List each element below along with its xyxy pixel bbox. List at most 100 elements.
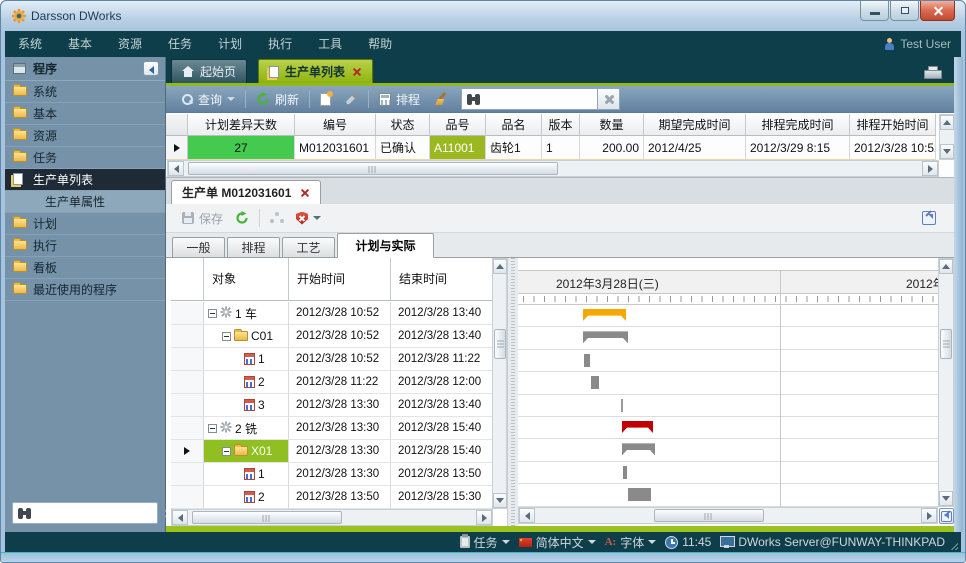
collapse-toggle-icon[interactable]	[208, 309, 217, 318]
resize-grip[interactable]	[948, 540, 958, 550]
scroll-right-arrow[interactable]	[921, 508, 937, 523]
splitter-handle[interactable]	[508, 258, 518, 526]
grid-col-6[interactable]: 数量	[580, 114, 644, 136]
scroll-right-arrow[interactable]	[476, 510, 492, 525]
tree-col-start[interactable]: 开始时间	[289, 258, 391, 301]
sidebar-item-5[interactable]: 生产单属性	[5, 191, 165, 213]
menu-item-1[interactable]: 基本	[55, 31, 105, 57]
sidebar-item-0[interactable]: 系统	[5, 81, 165, 103]
edit-button[interactable]	[338, 88, 365, 110]
tree-node[interactable]: C01	[204, 325, 289, 348]
tree-row[interactable]: 22012/3/28 13:502012/3/28 15:30	[171, 486, 507, 509]
scroll-up-arrow[interactable]	[493, 259, 507, 274]
scroll-up-arrow[interactable]	[939, 259, 953, 274]
grid-row[interactable]: 27M012031601已确认A11001齿轮11200.002012/4/25…	[166, 136, 936, 160]
sidebar-search-input[interactable]	[21, 504, 163, 522]
bom-link-button[interactable]	[264, 207, 290, 229]
menu-item-3[interactable]: 任务	[155, 31, 205, 57]
tree-row[interactable]: 12012/3/28 10:522012/3/28 11:22	[171, 348, 507, 371]
sidebar-item-8[interactable]: 看板	[5, 257, 165, 279]
grid-col-5[interactable]: 版本	[542, 114, 580, 136]
grid-col-9[interactable]: 排程开始时间	[850, 114, 936, 136]
grid-col-8[interactable]: 排程完成时间	[746, 114, 850, 136]
tree-row[interactable]: 22012/3/28 11:222012/3/28 12:00	[171, 371, 507, 394]
sidebar-item-9[interactable]: 最近使用的程序	[5, 279, 165, 301]
menu-item-4[interactable]: 计划	[205, 31, 255, 57]
sidebar-item-6[interactable]: 计划	[5, 213, 165, 235]
tree-col-end[interactable]: 结束时间	[391, 258, 493, 301]
sidebar-collapse-button[interactable]	[143, 61, 159, 76]
menu-item-5[interactable]: 执行	[255, 31, 305, 57]
restore-button[interactable]	[890, 1, 919, 21]
tree-row[interactable]: C012012/3/28 10:522012/3/28 13:40	[171, 325, 507, 348]
tree-node[interactable]: 1	[204, 463, 289, 486]
sidebar-item-1[interactable]: 基本	[5, 103, 165, 125]
query-button[interactable]: 查询	[174, 88, 242, 110]
grid-hscroll-thumb[interactable]	[188, 162, 558, 175]
scroll-left-arrow[interactable]	[519, 508, 535, 523]
tree-row[interactable]: 2 铣2012/3/28 13:302012/3/28 15:40	[171, 417, 507, 440]
schedule-button[interactable]: 排程	[372, 88, 427, 110]
scroll-right-arrow[interactable]	[922, 161, 938, 176]
scroll-left-arrow[interactable]	[172, 510, 188, 525]
grid-col-7[interactable]: 期望完成时间	[644, 114, 746, 136]
gantt-bar[interactable]	[591, 376, 599, 389]
tab-production-order-list[interactable]: 生产单列表	[258, 59, 373, 83]
scroll-up-arrow[interactable]	[940, 115, 954, 130]
detail-tab-1[interactable]: 排程	[227, 237, 280, 258]
collapse-toggle-icon[interactable]	[208, 424, 217, 433]
gantt-bar[interactable]	[628, 488, 651, 501]
tree-row[interactable]: 1 车2012/3/28 10:522012/3/28 13:40	[171, 302, 507, 325]
toolbar-search-clear-button[interactable]	[598, 88, 620, 110]
open-external-button[interactable]	[922, 210, 936, 225]
tree-node[interactable]: X01	[204, 440, 289, 463]
scroll-down-arrow[interactable]	[493, 493, 507, 508]
tab-close-icon[interactable]	[351, 66, 362, 77]
scroll-left-arrow[interactable]	[168, 161, 184, 176]
detail-tab-3[interactable]: 计划与实际	[337, 233, 434, 258]
sidebar-item-2[interactable]: 资源	[5, 125, 165, 147]
scroll-down-arrow[interactable]	[939, 491, 953, 506]
printer-icon[interactable]	[924, 64, 940, 78]
collapse-toggle-icon[interactable]	[222, 332, 231, 341]
tree-vscroll-thumb[interactable]	[494, 329, 506, 359]
status-language-selector[interactable]: 简体中文	[519, 534, 596, 551]
grid-col-2[interactable]: 状态	[376, 114, 430, 136]
clean-button[interactable]	[427, 88, 455, 110]
delete-button[interactable]	[290, 207, 327, 229]
tree-node[interactable]: 2	[204, 486, 289, 509]
grid-col-1[interactable]: 编号	[295, 114, 376, 136]
collapse-toggle-icon[interactable]	[222, 447, 231, 456]
close-button[interactable]	[920, 1, 955, 21]
new-button[interactable]	[313, 88, 338, 110]
detail-tab-close-icon[interactable]	[299, 187, 310, 198]
detail-tab-2[interactable]: 工艺	[282, 237, 335, 258]
grid-col-0[interactable]: 计划差异天数	[188, 114, 295, 136]
save-button[interactable]: 保存	[176, 207, 229, 229]
refresh-button[interactable]: 刷新	[249, 88, 306, 110]
tree-node[interactable]: 2	[204, 371, 289, 394]
menu-item-0[interactable]: 系统	[5, 31, 55, 57]
sidebar-item-3[interactable]: 任务	[5, 147, 165, 169]
scroll-down-arrow[interactable]	[940, 144, 954, 159]
tree-node[interactable]: 1 车	[204, 302, 289, 325]
tree-hscroll-thumb[interactable]	[192, 511, 342, 524]
tree-row[interactable]: 32012/3/28 13:302012/3/28 13:40	[171, 394, 507, 417]
tree-node[interactable]: 1	[204, 348, 289, 371]
sidebar-item-7[interactable]: 执行	[5, 235, 165, 257]
tree-row[interactable]: 12012/3/28 13:302012/3/28 13:50	[171, 463, 507, 486]
gantt-vscroll-thumb[interactable]	[940, 329, 952, 359]
sidebar-item-4[interactable]: 生产单列表	[5, 169, 165, 191]
toolbar-search-input[interactable]	[481, 93, 597, 105]
current-user[interactable]: Test User	[884, 31, 951, 57]
tree-node[interactable]: 2 铣	[204, 417, 289, 440]
gantt-bar[interactable]	[623, 466, 627, 479]
grid-col-4[interactable]: 品名	[486, 114, 542, 136]
menu-item-2[interactable]: 资源	[105, 31, 155, 57]
menu-item-7[interactable]: 帮助	[355, 31, 405, 57]
grid-col-3[interactable]: 品号	[430, 114, 486, 136]
status-font-selector[interactable]: A: 字体	[605, 534, 657, 551]
gantt-goto-task-button[interactable]	[939, 508, 954, 524]
gantt-bar[interactable]	[621, 399, 623, 412]
tab-home[interactable]: 起始页	[171, 59, 247, 83]
